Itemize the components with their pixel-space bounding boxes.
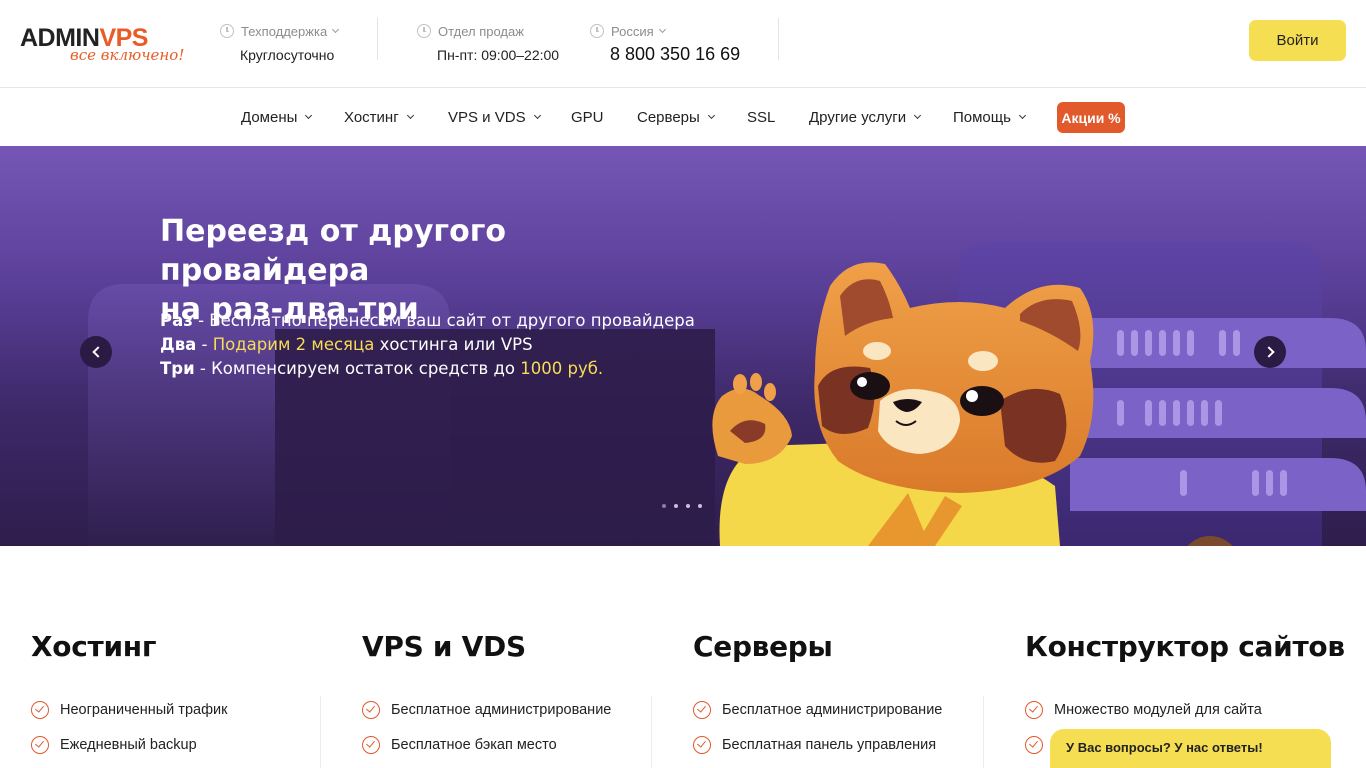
sales-label: Отдел продаж [438, 23, 524, 39]
feature-item [693, 762, 942, 768]
feature-item [31, 762, 227, 768]
top-header: ADMINVPS все включено! Техподдержка Круг… [0, 0, 1366, 88]
sales-hours: Пн-пт: 09:00–22:00 [437, 47, 560, 63]
logo[interactable]: ADMINVPS все включено! [20, 26, 190, 70]
check-icon [362, 700, 380, 719]
region-info[interactable]: Россия 8 800 350 16 69 [590, 22, 740, 65]
feature-item: Неограниченный трафик [31, 692, 227, 727]
check-icon [362, 735, 380, 754]
promo-button[interactable]: Акции % [1057, 102, 1125, 133]
feature-item: Ежедневный backup [31, 727, 227, 762]
service-title[interactable]: Конструктор сайтов [1025, 630, 1345, 663]
divider [377, 18, 378, 60]
service-title[interactable]: VPS и VDS [362, 630, 526, 663]
support-info[interactable]: Техподдержка Круглосуточно [220, 22, 340, 63]
slider-dot[interactable] [686, 504, 690, 508]
nav-item-ssl[interactable]: SSL [747, 89, 775, 146]
feature-item: Бесплатное администрирование [693, 692, 942, 727]
slider-dot[interactable] [674, 504, 678, 508]
main-nav: Домены Хостинг VPS и VDS GPU Серверы SSL… [0, 89, 1366, 146]
feature-item: Бесплатная панель управления [693, 727, 942, 762]
slider-next-button[interactable] [1254, 336, 1286, 368]
clock-icon [417, 24, 431, 38]
support-value: Круглосуточно [240, 47, 335, 63]
slider-dots [662, 504, 702, 508]
nav-item-other-services[interactable]: Другие услуги [809, 89, 922, 146]
login-button[interactable]: Войти [1249, 20, 1346, 61]
nav-item-help[interactable]: Помощь [953, 89, 1026, 146]
chevron-down-icon [914, 111, 922, 120]
service-title[interactable]: Серверы [693, 630, 833, 663]
divider [651, 696, 652, 768]
feature-item: Множество модулей для сайта [1025, 692, 1262, 727]
slider-dot[interactable] [662, 504, 666, 508]
divider [778, 18, 779, 60]
check-icon [693, 735, 711, 754]
chat-widget[interactable]: У Вас вопросы? У нас ответы! [1050, 729, 1331, 768]
hero-line-3: Три - Компенсируем остаток средств до 10… [160, 359, 604, 378]
feature-item: Бесплатное администрирование [362, 692, 611, 727]
check-icon [31, 700, 49, 719]
chevron-down-icon [332, 25, 340, 33]
logo-tagline: все включено! [70, 46, 185, 64]
hero-banner: Переезд от другого провайдера на раз-два-… [0, 146, 1366, 546]
check-icon [693, 700, 711, 719]
chevron-down-icon [305, 111, 313, 120]
feature-item: Бесплатное бэкап место [362, 727, 611, 762]
hero-line-2: Два - Подарим 2 месяца хостинга или VPS [160, 335, 533, 354]
phone-number[interactable]: 8 800 350 16 69 [610, 44, 740, 65]
chevron-down-icon [707, 111, 715, 120]
nav-item-vps[interactable]: VPS и VDS [448, 89, 541, 146]
feature-item [362, 762, 611, 768]
service-title[interactable]: Хостинг [31, 630, 156, 663]
clock-icon [220, 24, 234, 38]
slider-prev-button[interactable] [80, 336, 112, 368]
check-icon [1025, 700, 1043, 719]
check-icon [1025, 735, 1043, 754]
sales-info: Отдел продаж Пн-пт: 09:00–22:00 [417, 22, 559, 63]
hero-line-1: Раз - Бесплатно перенесем ваш сайт от др… [160, 311, 695, 330]
nav-item-servers[interactable]: Серверы [637, 89, 715, 146]
nav-item-gpu[interactable]: GPU [571, 89, 604, 146]
nav-item-domains[interactable]: Домены [241, 89, 313, 146]
chevron-down-icon [658, 25, 666, 33]
hero-description: Раз - Бесплатно перенесем ваш сайт от др… [160, 309, 720, 381]
chevron-down-icon [1018, 111, 1026, 120]
clock-icon [590, 24, 604, 38]
check-icon [31, 735, 49, 754]
divider [320, 696, 321, 768]
chevron-left-icon [91, 346, 104, 358]
chevron-down-icon [533, 111, 541, 120]
nav-item-hosting[interactable]: Хостинг [344, 89, 414, 146]
support-label: Техподдержка [241, 23, 328, 39]
divider [983, 696, 984, 768]
slider-dot[interactable] [698, 504, 702, 508]
chevron-down-icon [406, 111, 414, 120]
chevron-right-icon [1262, 346, 1275, 358]
region-label[interactable]: Россия [611, 24, 654, 39]
